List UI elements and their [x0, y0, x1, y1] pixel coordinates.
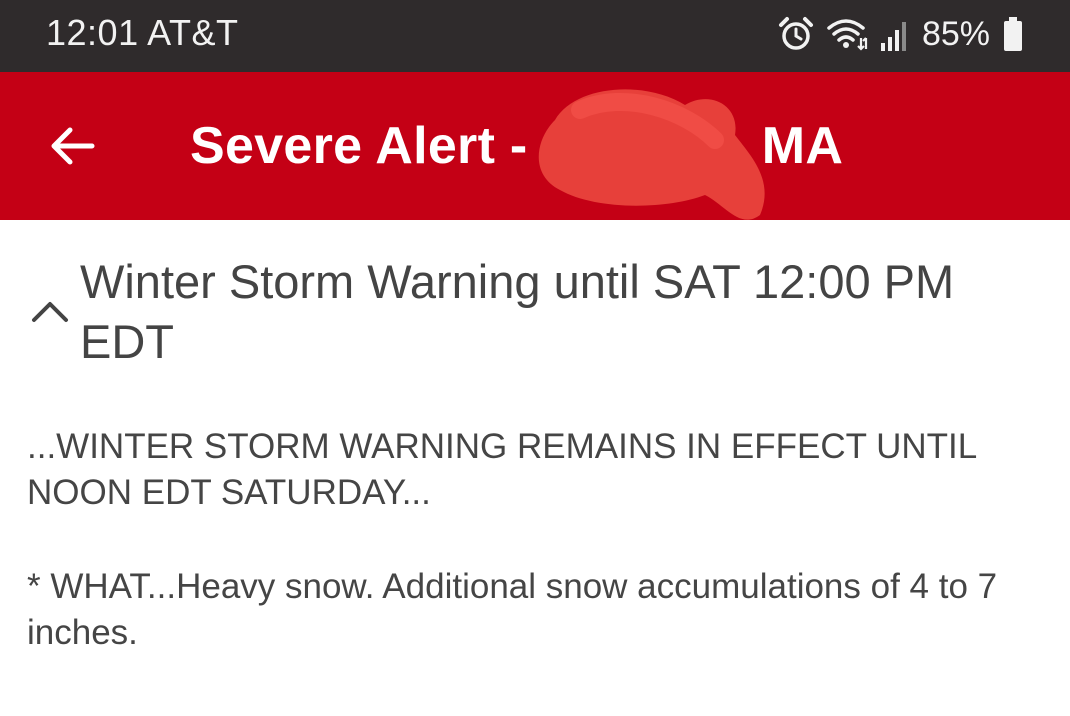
battery-icon — [1002, 16, 1024, 52]
back-button[interactable] — [36, 116, 108, 176]
battery-percent: 85% — [921, 14, 990, 53]
status-time-carrier: 12:01 AT&T — [46, 12, 238, 54]
signal-icon — [880, 17, 910, 51]
page-title: Severe Alert - , MA — [190, 116, 843, 176]
wifi-icon — [826, 16, 868, 52]
status-bar: 12:01 AT&T 85% — [0, 0, 1070, 72]
alert-paragraph-what: * WHAT...Heavy snow. Additional snow acc… — [27, 567, 998, 652]
title-prefix: Severe Alert - — [190, 117, 543, 175]
alert-body: ...WINTER STORM WARNING REMAINS IN EFFEC… — [27, 424, 1057, 704]
status-time: 12:01 — [46, 12, 139, 53]
app-bar: Severe Alert - , MA — [0, 72, 1070, 220]
alert-title: Winter Storm Warning until SAT 12:00 PM … — [80, 255, 955, 368]
alert-paragraph-headline: ...WINTER STORM WARNING REMAINS IN EFFEC… — [27, 427, 976, 512]
title-suffix: , MA — [732, 117, 844, 175]
status-icons: 85% — [778, 12, 1024, 56]
alarm-icon — [778, 16, 814, 52]
status-carrier: AT&T — [147, 12, 239, 53]
chevron-up-icon[interactable] — [30, 298, 70, 326]
arrow-left-icon — [51, 127, 95, 165]
